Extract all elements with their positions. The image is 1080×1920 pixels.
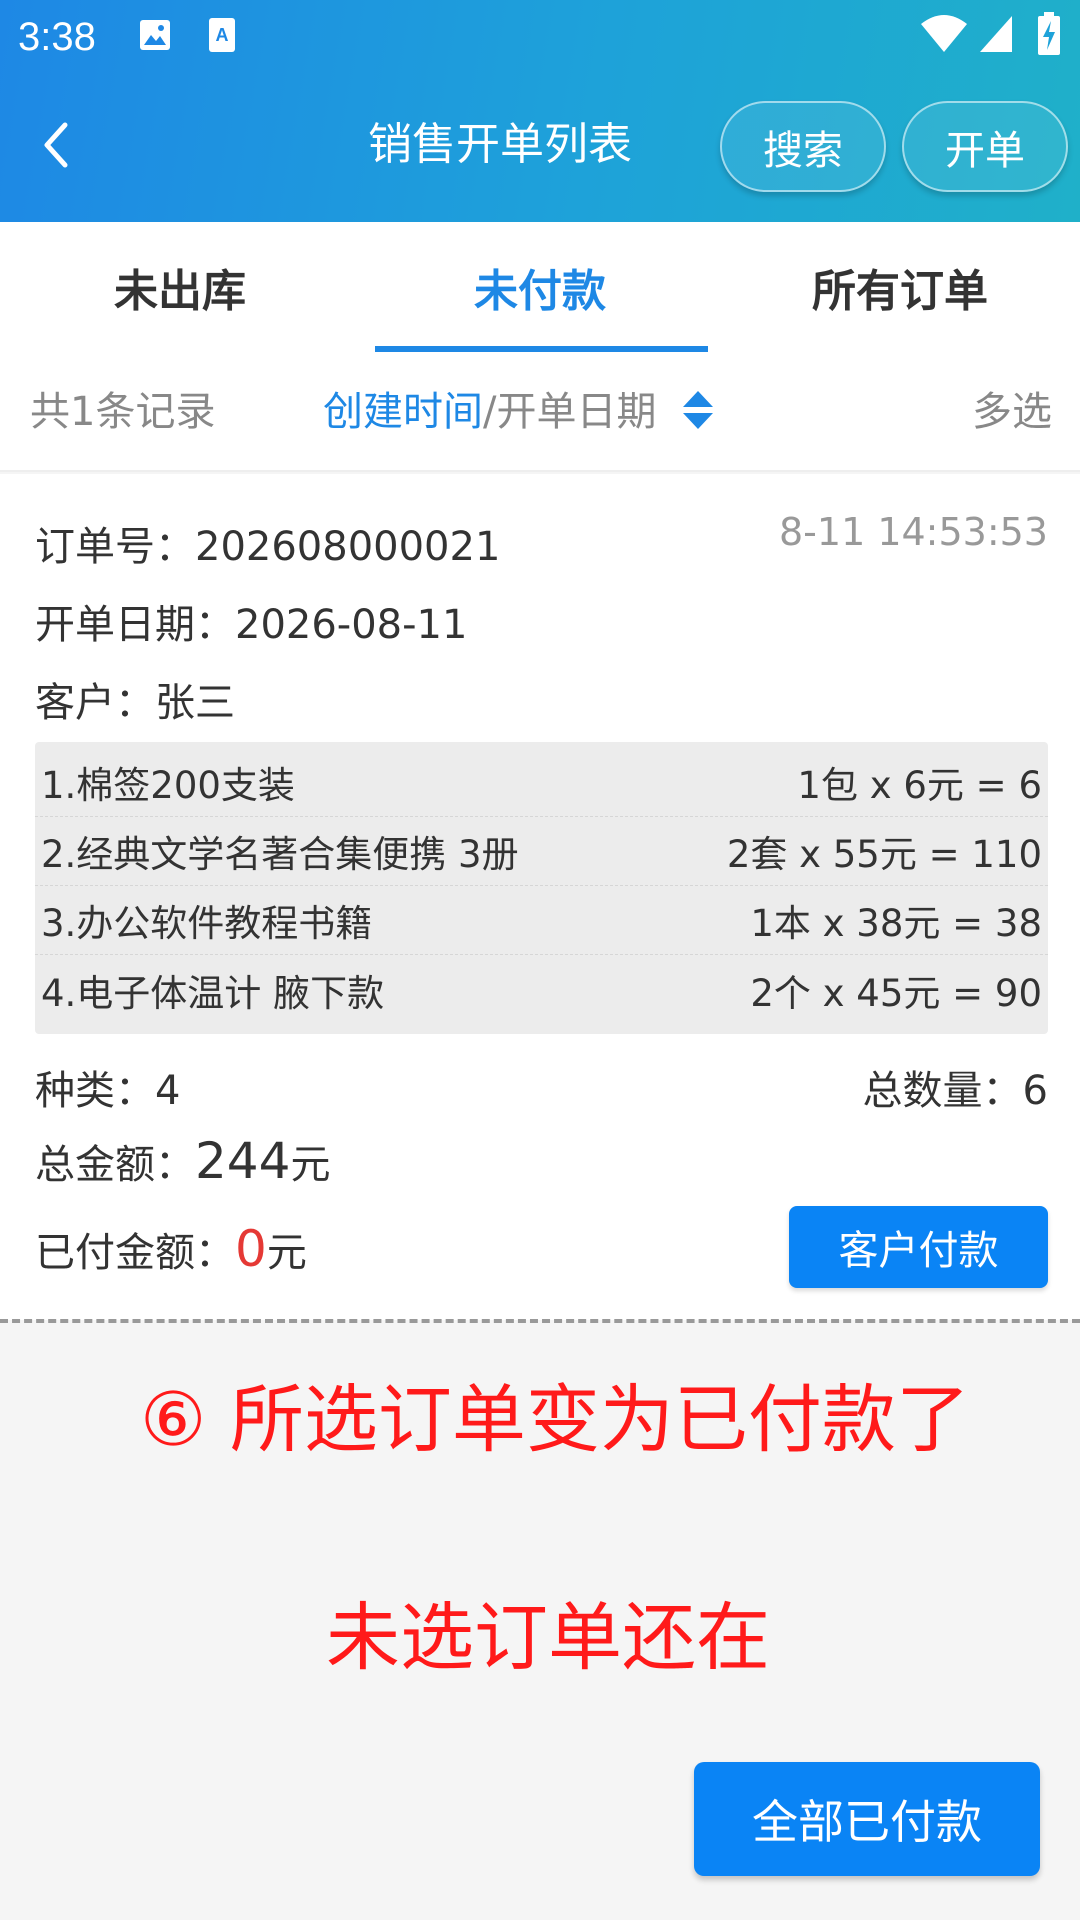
item-calc: 2套 x 55元 = 110 (726, 833, 1042, 876)
item-calc: 2个 x 45元 = 90 (750, 971, 1042, 1015)
order-timestamp: 8-11 14:53:53 (779, 510, 1048, 554)
item-calc: 1包 x 6元 = 6 (797, 764, 1042, 807)
sort-separator: / (483, 389, 497, 435)
paid-amount-unit: 元 (266, 1230, 307, 1276)
image-icon (138, 18, 172, 56)
paid-amount-value: 0 (235, 1220, 267, 1278)
annotation-text-1: ⑥ 所选订单变为已付款了 (140, 1377, 970, 1463)
item-name: 1.棉签200支装 (41, 764, 295, 807)
signal-icon (978, 14, 1014, 58)
order-card[interactable]: 订单号：202608000021 8-11 14:53:53 开单日期：2026… (0, 474, 1080, 1320)
order-date: 开单日期：2026-08-11 (35, 602, 468, 648)
list-item: 4.电子体温计 腋下款 2个 x 45元 = 90 (35, 955, 1048, 1024)
total-amount-value: 244 (195, 1132, 291, 1190)
list-item: 3.办公软件教程书籍 1本 x 38元 = 38 (35, 886, 1048, 955)
mark-all-paid-button[interactable]: 全部已付款 (694, 1762, 1040, 1876)
list-item: 2.经典文学名著合集便携 3册 2套 x 55元 = 110 (35, 817, 1048, 886)
list-item: 1.棉签200支装 1包 x 6元 = 6 (35, 748, 1048, 817)
customer-name: 客户：张三 (35, 680, 235, 726)
new-order-button[interactable]: 开单 (902, 101, 1068, 192)
item-name: 2.经典文学名著合集便携 3册 (41, 833, 519, 876)
app-header: 3:38 A 销售开单列表 搜索 开单 (0, 0, 1080, 222)
tab-not-shipped[interactable]: 未出库 (0, 222, 360, 352)
sort-created-time[interactable]: 创建时间 (323, 389, 483, 435)
item-name: 3.办公软件教程书籍 (41, 902, 373, 945)
sort-order-date[interactable]: 开单日期 (496, 389, 656, 435)
total-amount-label: 总金额： (35, 1142, 195, 1188)
filter-bar: 共1条记录 创建时间/开单日期 多选 (0, 352, 1080, 472)
dashed-divider (0, 1319, 1080, 1323)
sort-icon (683, 391, 714, 429)
svg-text:A: A (216, 25, 229, 45)
tab-bar: 未出库 未付款 所有订单 (0, 222, 1080, 352)
wifi-icon (920, 14, 968, 58)
tab-all-orders[interactable]: 所有订单 (720, 222, 1080, 352)
chevron-left-icon (44, 122, 68, 168)
total-amount: 总金额：244元 (35, 1132, 330, 1190)
status-time: 3:38 (18, 15, 96, 59)
item-calc: 1本 x 38元 = 38 (750, 902, 1042, 945)
text-icon: A (207, 16, 237, 58)
search-button[interactable]: 搜索 (720, 101, 886, 192)
total-amount-unit: 元 (290, 1142, 331, 1188)
total-quantity: 总数量：6 (862, 1068, 1048, 1114)
page-title: 销售开单列表 (368, 119, 632, 170)
paid-amount-label: 已付金额： (35, 1230, 235, 1276)
tab-unpaid[interactable]: 未付款 (360, 222, 720, 352)
item-name: 4.电子体温计 腋下款 (41, 971, 385, 1015)
item-kinds: 种类：4 (35, 1068, 181, 1114)
paid-amount: 已付金额：0元 (35, 1220, 307, 1278)
multi-select-button[interactable]: 多选 (972, 352, 1052, 472)
battery-icon (1037, 12, 1061, 60)
order-items-list: 1.棉签200支装 1包 x 6元 = 6 2.经典文学名著合集便携 3册 2套… (35, 742, 1048, 1034)
sort-control[interactable]: 创建时间/开单日期 (323, 352, 715, 472)
back-button[interactable] (26, 110, 86, 180)
record-count: 共1条记录 (30, 389, 216, 435)
annotation-text-2: 未选订单还在 (326, 1595, 770, 1681)
customer-pay-button[interactable]: 客户付款 (789, 1206, 1048, 1288)
order-number: 订单号：202608000021 (35, 524, 501, 570)
